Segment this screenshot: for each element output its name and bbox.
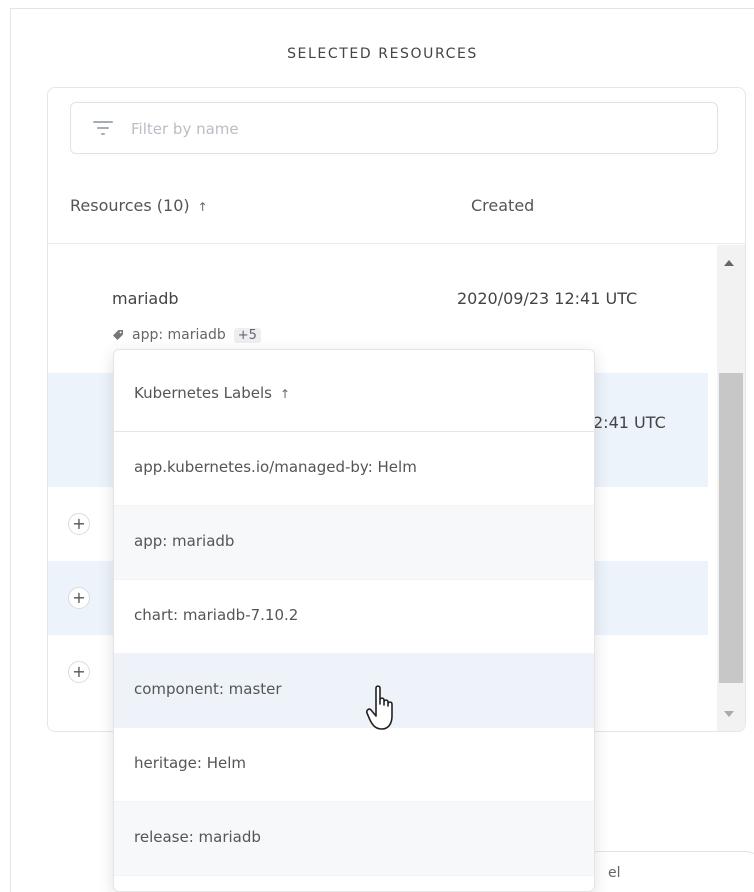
tag-text: app: mariadb: [132, 327, 226, 343]
resource-tags: app: mariadb +5: [112, 327, 261, 343]
label-item[interactable]: heritage: Helm: [114, 728, 594, 802]
expand-row-button[interactable]: +: [68, 587, 90, 609]
column-header-created[interactable]: Created: [471, 196, 534, 215]
resource-name[interactable]: mariadb: [112, 289, 179, 308]
kubernetes-labels-dropdown: Kubernetes Labels ↑ app.kubernetes.io/man…: [113, 349, 595, 892]
label-item-hovered[interactable]: component: master: [114, 654, 594, 728]
bottom-button-label: el: [608, 865, 621, 881]
panel-title: SELECTED RESOURCES: [287, 46, 478, 62]
more-tags-badge[interactable]: +5: [233, 327, 261, 343]
table-header: Resources (10) ↑ Created: [48, 170, 745, 244]
resource-created: 2020/09/23 12:41 UTC: [457, 289, 638, 308]
resources-label: Resources (10): [70, 196, 190, 215]
filter-icon: [93, 119, 113, 137]
scroll-up-icon[interactable]: [724, 260, 734, 266]
sort-arrow-icon: ↑: [197, 200, 208, 214]
expand-row-button[interactable]: +: [68, 513, 90, 535]
filter-box[interactable]: [70, 102, 718, 154]
label-item[interactable]: app.kubernetes.io/managed-by: Helm: [114, 432, 594, 506]
tag-icon: [113, 330, 123, 340]
bottom-button[interactable]: el: [577, 851, 754, 892]
labels-header[interactable]: Kubernetes Labels ↑: [114, 350, 594, 432]
label-item[interactable]: release: mariadb: [114, 802, 594, 876]
labels-header-text: Kubernetes Labels: [134, 384, 272, 402]
column-header-resources[interactable]: Resources (10) ↑: [70, 196, 208, 215]
hand-cursor-icon: [366, 685, 393, 730]
scroll-down-icon[interactable]: [724, 711, 734, 717]
expand-row-button[interactable]: +: [68, 661, 90, 683]
label-item[interactable]: chart: mariadb-7.10.2: [114, 580, 594, 654]
scroll-thumb[interactable]: [719, 373, 743, 683]
resource-created: 2:41 UTC: [593, 413, 666, 432]
filter-input[interactable]: [131, 113, 691, 145]
label-item[interactable]: app: mariadb: [114, 506, 594, 580]
vertical-scrollbar[interactable]: [717, 245, 745, 731]
sort-arrow-icon: ↑: [279, 387, 291, 401]
